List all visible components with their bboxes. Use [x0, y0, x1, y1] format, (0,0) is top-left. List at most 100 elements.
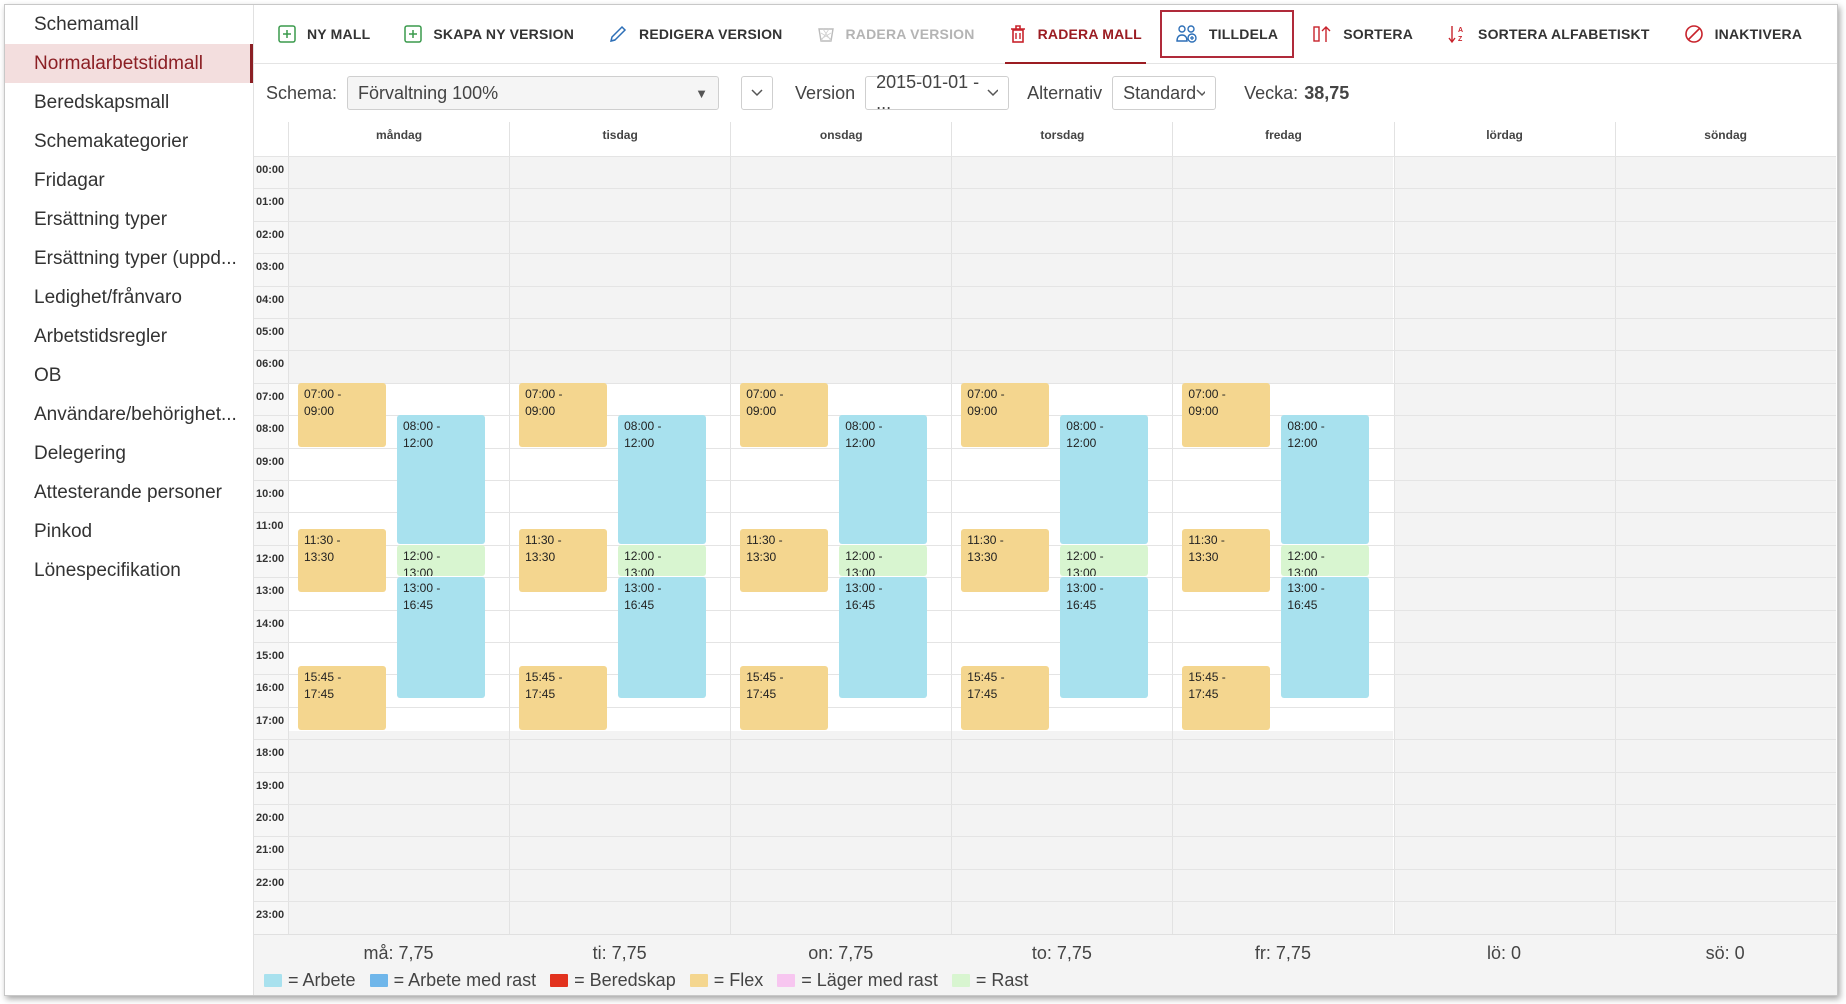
sidebar-item-2[interactable]: Beredskapsmall	[5, 83, 253, 122]
time-block-arbete[interactable]: 13:00 - 16:45	[618, 577, 707, 698]
time-block-flex[interactable]: 11:30 - 13:30	[740, 528, 829, 593]
hour-label: 10:00	[256, 488, 285, 500]
hour-label: 01:00	[256, 196, 285, 209]
version-select[interactable]: 2015-01-01 - ...	[865, 72, 1010, 113]
hour-label: 23:00	[256, 909, 285, 922]
schema-value: Förvaltning 100%	[358, 82, 499, 103]
plus-box-icon	[404, 25, 433, 43]
day-header-5: lördag	[1393, 122, 1615, 156]
time-block-flex[interactable]: 11:30 - 13:30	[1182, 528, 1271, 593]
time-block-rast[interactable]: 12:00 - 13:00	[839, 544, 928, 577]
hour-row	[254, 609, 1836, 642]
caret-down-icon: ▼	[695, 85, 709, 101]
time-block-flex[interactable]: 15:45 - 17:45	[1182, 666, 1271, 731]
sidebar-item-11[interactable]: Delegering	[5, 434, 253, 473]
legend-item: = Flex	[689, 970, 763, 991]
sidebar-item-8[interactable]: Arbetstidsregler	[5, 317, 253, 356]
time-block-flex[interactable]: 07:00 - 09:00	[519, 382, 608, 447]
week-calendar: måndag tisdag onsdag torsdag fredag lördag sön…	[254, 122, 1836, 934]
sidebar-item-14[interactable]: Lönespecifikation	[5, 551, 253, 590]
vecka-label: Vecka:	[1244, 82, 1299, 103]
time-block-arbete[interactable]: 13:00 - 16:45	[1281, 577, 1370, 698]
time-block-rast[interactable]: 12:00 - 13:00	[397, 544, 485, 577]
pencil-icon	[608, 24, 639, 44]
version-label: Version	[795, 82, 856, 103]
svg-text:Z: Z	[1458, 36, 1463, 43]
sidebar-item-0[interactable]: Schemamall	[5, 5, 253, 44]
redigera-version-button[interactable]: REDIGERA VERSION	[596, 14, 794, 54]
time-block-flex[interactable]: 15:45 - 17:45	[298, 666, 386, 731]
sidebar-item-4[interactable]: Fridagar	[5, 161, 253, 200]
legend-item: = Läger med rast	[777, 970, 938, 991]
sidebar-item-1[interactable]: Normalarbetstidmall	[5, 44, 253, 83]
hour-label: 18:00	[256, 747, 285, 760]
legend-label: = Läger med rast	[801, 970, 938, 990]
time-block-arbete[interactable]: 08:00 - 12:00	[618, 415, 707, 544]
time-block-flex[interactable]: 07:00 - 09:00	[961, 382, 1050, 447]
alternativ-select[interactable]: Standard	[1112, 76, 1217, 110]
day-header: måndag tisdag onsdag torsdag fredag lördag sön…	[254, 122, 1836, 156]
legend: = Arbete = Arbete med rast = Beredskap = Fl…	[264, 970, 1042, 991]
inaktivera-button[interactable]: INAKTIVERA	[1672, 14, 1815, 54]
chevron-down-icon	[987, 89, 999, 97]
time-block-flex[interactable]: 11:30 - 13:30	[298, 528, 386, 593]
time-block-rast[interactable]: 12:00 - 13:00	[1060, 544, 1149, 577]
day-header-1: tisdag	[509, 122, 730, 156]
sidebar-item-9[interactable]: OB	[5, 356, 253, 395]
time-block-flex[interactable]: 15:45 - 17:45	[961, 666, 1050, 731]
legend-swatch	[264, 974, 282, 987]
hour-label: 09:00	[256, 455, 285, 468]
time-block-arbete[interactable]: 08:00 - 12:00	[1281, 415, 1370, 544]
day-total-0: må: 7,75	[363, 943, 434, 963]
ny-mall-button[interactable]: NY MALL	[266, 14, 382, 54]
tilldela-button[interactable]: TILLDELA	[1159, 10, 1295, 58]
hour-label: 00:00	[256, 164, 285, 176]
day-total-4: fr: 7,75	[1254, 943, 1311, 963]
radera-mall-button[interactable]: RADERA MALL	[997, 14, 1154, 64]
schema-expand-button[interactable]	[741, 76, 774, 110]
time-block-arbete[interactable]: 08:00 - 12:00	[1060, 415, 1149, 544]
sidebar-item-5[interactable]: Ersättning typer	[5, 200, 253, 239]
sidebar-item-10[interactable]: Användare/behörighet...	[5, 395, 253, 434]
hour-label: 04:00	[256, 293, 285, 306]
hour-row	[254, 739, 1836, 771]
sidebar-item-7[interactable]: Ledighet/frånvaro	[5, 278, 253, 317]
skapa-ny-version-button[interactable]: SKAPA NY VERSION	[392, 14, 586, 54]
time-block-flex[interactable]: 07:00 - 09:00	[1182, 382, 1271, 447]
sidebar-item-3[interactable]: Schemakategorier	[5, 122, 253, 161]
time-block-flex[interactable]: 15:45 - 17:45	[740, 666, 829, 731]
time-block-rast[interactable]: 12:00 - 13:00	[618, 544, 707, 577]
time-block-flex[interactable]: 07:00 - 09:00	[298, 382, 386, 447]
day-total-3: to: 7,75	[1031, 943, 1092, 963]
chevron-down-icon	[1196, 89, 1206, 97]
block-icon	[1684, 24, 1715, 44]
schema-select[interactable]: Förvaltning 100% ▼	[347, 76, 720, 110]
time-block-arbete[interactable]: 08:00 - 12:00	[397, 415, 485, 544]
day-total-6: sö: 0	[1705, 943, 1745, 963]
time-block-arbete[interactable]: 13:00 - 16:45	[1060, 577, 1149, 698]
time-block-flex[interactable]: 11:30 - 13:30	[519, 528, 608, 593]
hour-label: 07:00	[256, 390, 285, 403]
sidebar-item-12[interactable]: Attesterande personer	[5, 473, 253, 512]
time-block-flex[interactable]: 07:00 - 09:00	[740, 382, 829, 447]
time-block-arbete[interactable]: 13:00 - 16:45	[839, 577, 928, 698]
sidebar-item-6[interactable]: Ersättning typer (uppd...	[5, 239, 253, 278]
toolbar-button-label: RADERA MALL	[1037, 26, 1142, 42]
legend-label: = Arbete med rast	[393, 970, 537, 990]
hour-label: 17:00	[256, 714, 285, 727]
chevron-down-icon	[751, 89, 763, 97]
sortera-alfabetiskt-button[interactable]: A Z SORTERA ALFABETISKT	[1435, 14, 1662, 54]
time-block-rast[interactable]: 12:00 - 13:00	[1281, 544, 1370, 577]
time-block-flex[interactable]: 15:45 - 17:45	[519, 666, 608, 731]
toolbar-button-label: SORTERA ALFABETISKT	[1478, 26, 1650, 42]
radera-version-button: RADERA VERSION	[805, 14, 987, 54]
sidebar-item-13[interactable]: Pinkod	[5, 512, 253, 551]
hour-label: 15:00	[256, 650, 285, 662]
time-block-flex[interactable]: 11:30 - 13:30	[961, 528, 1050, 593]
hour-row	[254, 836, 1836, 868]
day-header-6: söndag	[1614, 122, 1836, 156]
sortera-button[interactable]: SORTERA	[1300, 14, 1425, 54]
hour-row	[254, 447, 1836, 480]
time-block-arbete[interactable]: 13:00 - 16:45	[397, 577, 485, 698]
time-block-arbete[interactable]: 08:00 - 12:00	[839, 415, 928, 544]
